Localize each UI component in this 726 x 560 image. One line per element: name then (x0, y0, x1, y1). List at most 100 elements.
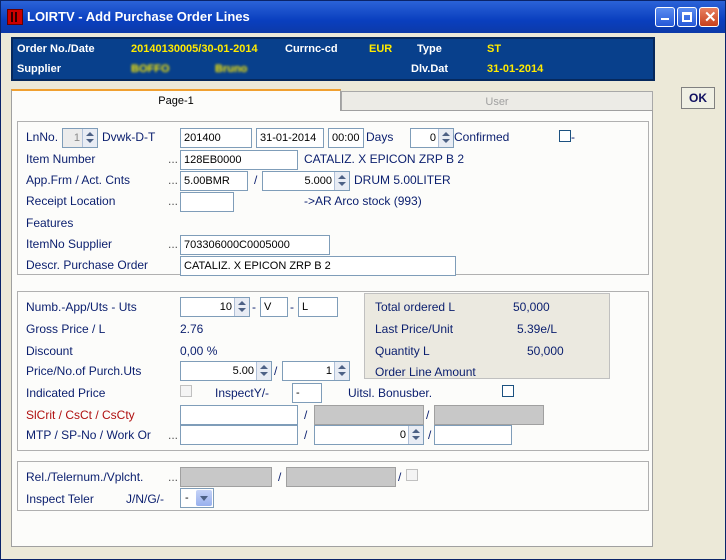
days-field[interactable]: 0 (410, 128, 454, 148)
slcrit-separator-2: / (426, 408, 430, 422)
numb-separator-2: - (290, 300, 294, 314)
type-label: Type (417, 43, 442, 55)
price-per-unit-field[interactable]: 5.00 (180, 361, 272, 381)
v-field[interactable]: V (260, 297, 288, 317)
slcrit-field[interactable] (180, 405, 298, 425)
unit-description: DRUM 5.00LITER (354, 173, 451, 187)
price-per-unit-spinner[interactable] (256, 362, 271, 380)
actcnts-field[interactable]: 5.000 (262, 171, 350, 191)
work-order-field[interactable] (434, 425, 512, 445)
mtp-lookup[interactable]: ... (168, 428, 178, 442)
line-details-group: LnNo. 1 Dvwk-D-T 201400 31-01-2014 00:00… (17, 121, 649, 276)
sp-no-value: 0 (399, 429, 406, 441)
actcnts-spinner[interactable] (334, 172, 349, 190)
last-price-value: 5.39e/L (517, 322, 558, 336)
no-purch-uts-spinner[interactable] (334, 362, 349, 380)
quantity-label: Quantity L (375, 344, 430, 358)
title-bar[interactable]: LOIRTV - Add Purchase Order Lines ✕ (1, 1, 725, 33)
no-purch-uts-value: 1 (325, 365, 332, 377)
indicated-price-checkbox[interactable] (180, 385, 192, 397)
dlvdat-label: Dlv.Dat (411, 63, 449, 75)
mtp-separator-1: / (304, 428, 308, 442)
numb-app-uts-spinner[interactable] (234, 298, 249, 316)
total-ordered-value: 50,000 (513, 300, 550, 314)
sp-no-field[interactable]: 0 (314, 425, 424, 445)
maximize-button[interactable] (677, 7, 697, 27)
rel-telernum-label: Rel./Telernum./Vplcht. (26, 470, 144, 484)
itemno-supplier-field[interactable]: 703306000C0005000 (180, 235, 330, 255)
discount-value: 0,00 % (180, 344, 218, 358)
numb-app-uts-label: Numb.-App/Uts - Uts (26, 300, 137, 314)
days-spinner[interactable] (438, 129, 453, 147)
lnno-field[interactable]: 1 (62, 128, 98, 148)
tab-page-1[interactable]: Page-1 (11, 89, 341, 111)
itemno-supplier-label: ItemNo Supplier (26, 237, 113, 251)
inspect-teler-value: - (185, 492, 189, 504)
item-number-label: Item Number (26, 152, 96, 166)
jng-label: J/N/G/- (126, 492, 164, 506)
item-number-field[interactable]: 128EB0000 (180, 150, 298, 170)
receipt-location-field[interactable] (180, 192, 234, 212)
sp-no-spinner[interactable] (408, 426, 423, 444)
inspect-field[interactable]: - (292, 383, 322, 403)
descr-purchase-order-field[interactable]: CATALIZ. X EPICON ZRP B 2 (180, 256, 456, 276)
uitsl-bonusber-checkbox[interactable] (502, 385, 514, 397)
slcrit-separator-1: / (304, 408, 308, 422)
itemno-supplier-lookup[interactable]: ... (168, 237, 178, 251)
close-icon: ✕ (704, 9, 717, 26)
vplcht-checkbox[interactable] (406, 469, 418, 481)
dvwk-field[interactable]: 201400 (180, 128, 252, 148)
order-line-amount-label: Order Line Amount (375, 365, 476, 379)
item-description: CATALIZ. X EPICON ZRP B 2 (304, 152, 465, 166)
appfrm-label: App.Frm / Act. Cnts (26, 173, 131, 187)
supplier-label: Supplier (17, 63, 62, 75)
ok-button[interactable]: OK (681, 87, 715, 109)
numb-separator-1: - (252, 300, 256, 314)
inspect-teler-select[interactable]: - (180, 488, 214, 508)
mtp-field[interactable] (180, 425, 298, 445)
purchase-order-window: LOIRTV - Add Purchase Order Lines ✕ Orde… (0, 0, 726, 560)
mtp-separator-2: / (428, 428, 432, 442)
receipt-location-label: Receipt Location (26, 194, 116, 208)
slcrit-label: SlCrit / CsCt / CsCty (26, 408, 135, 422)
days-label: Days (366, 130, 394, 144)
rel-separator-2: / (398, 470, 402, 484)
uitsl-bonusber-label: Uitsl. Bonusber. (348, 386, 433, 400)
no-purch-uts-field[interactable]: 1 (282, 361, 350, 381)
lnno-value: 1 (73, 132, 80, 144)
currency-value: EUR (369, 43, 393, 55)
chevron-down-icon[interactable] (196, 490, 212, 506)
rel-lookup[interactable]: ... (168, 470, 178, 484)
appfrm-lookup[interactable]: ... (168, 173, 178, 187)
item-number-lookup[interactable]: ... (168, 152, 178, 166)
maximize-icon (682, 12, 692, 22)
telernum-field (286, 467, 396, 487)
days-value: 0 (429, 132, 436, 144)
minimize-button[interactable] (655, 7, 675, 27)
order-summary-box: Total ordered L 50,000 Last Price/Unit 5… (364, 293, 610, 379)
inspect-teler-label: Inspect Teler (26, 492, 94, 506)
gross-price-label: Gross Price / L (26, 322, 106, 336)
inspect-label: InspectY/- (215, 386, 270, 400)
appfrm-field[interactable]: 5.00BMR (180, 171, 248, 191)
numb-app-uts-value: 10 (219, 301, 232, 313)
app-icon (7, 9, 23, 25)
total-ordered-label: Total ordered L (375, 300, 456, 314)
time-field[interactable]: 00:00 (328, 128, 364, 148)
dlvdat-value: 31-01-2014 (487, 63, 544, 75)
lnno-spinner[interactable] (82, 129, 97, 147)
dvwk-label: Dvwk-D-T (102, 130, 156, 144)
release-group: Rel./Telernum./Vplcht. ... / / Inspect T… (17, 461, 649, 511)
order-value: 20140130005/30-01-2014 (131, 43, 258, 55)
discount-label: Discount (26, 344, 73, 358)
confirmed-checkbox[interactable] (559, 130, 571, 142)
confirmed-suffix: - (571, 130, 575, 144)
confirmed-label: Confirmed (454, 130, 510, 144)
receipt-location-lookup[interactable]: ... (168, 194, 178, 208)
l-field[interactable]: L (298, 297, 338, 317)
close-button[interactable]: ✕ (699, 7, 719, 27)
date-field[interactable]: 31-01-2014 (256, 128, 324, 148)
mtp-label: MTP / SP-No / Work Or (26, 428, 151, 442)
price-separator: / (274, 364, 278, 378)
numb-app-uts-field[interactable]: 10 (180, 297, 250, 317)
